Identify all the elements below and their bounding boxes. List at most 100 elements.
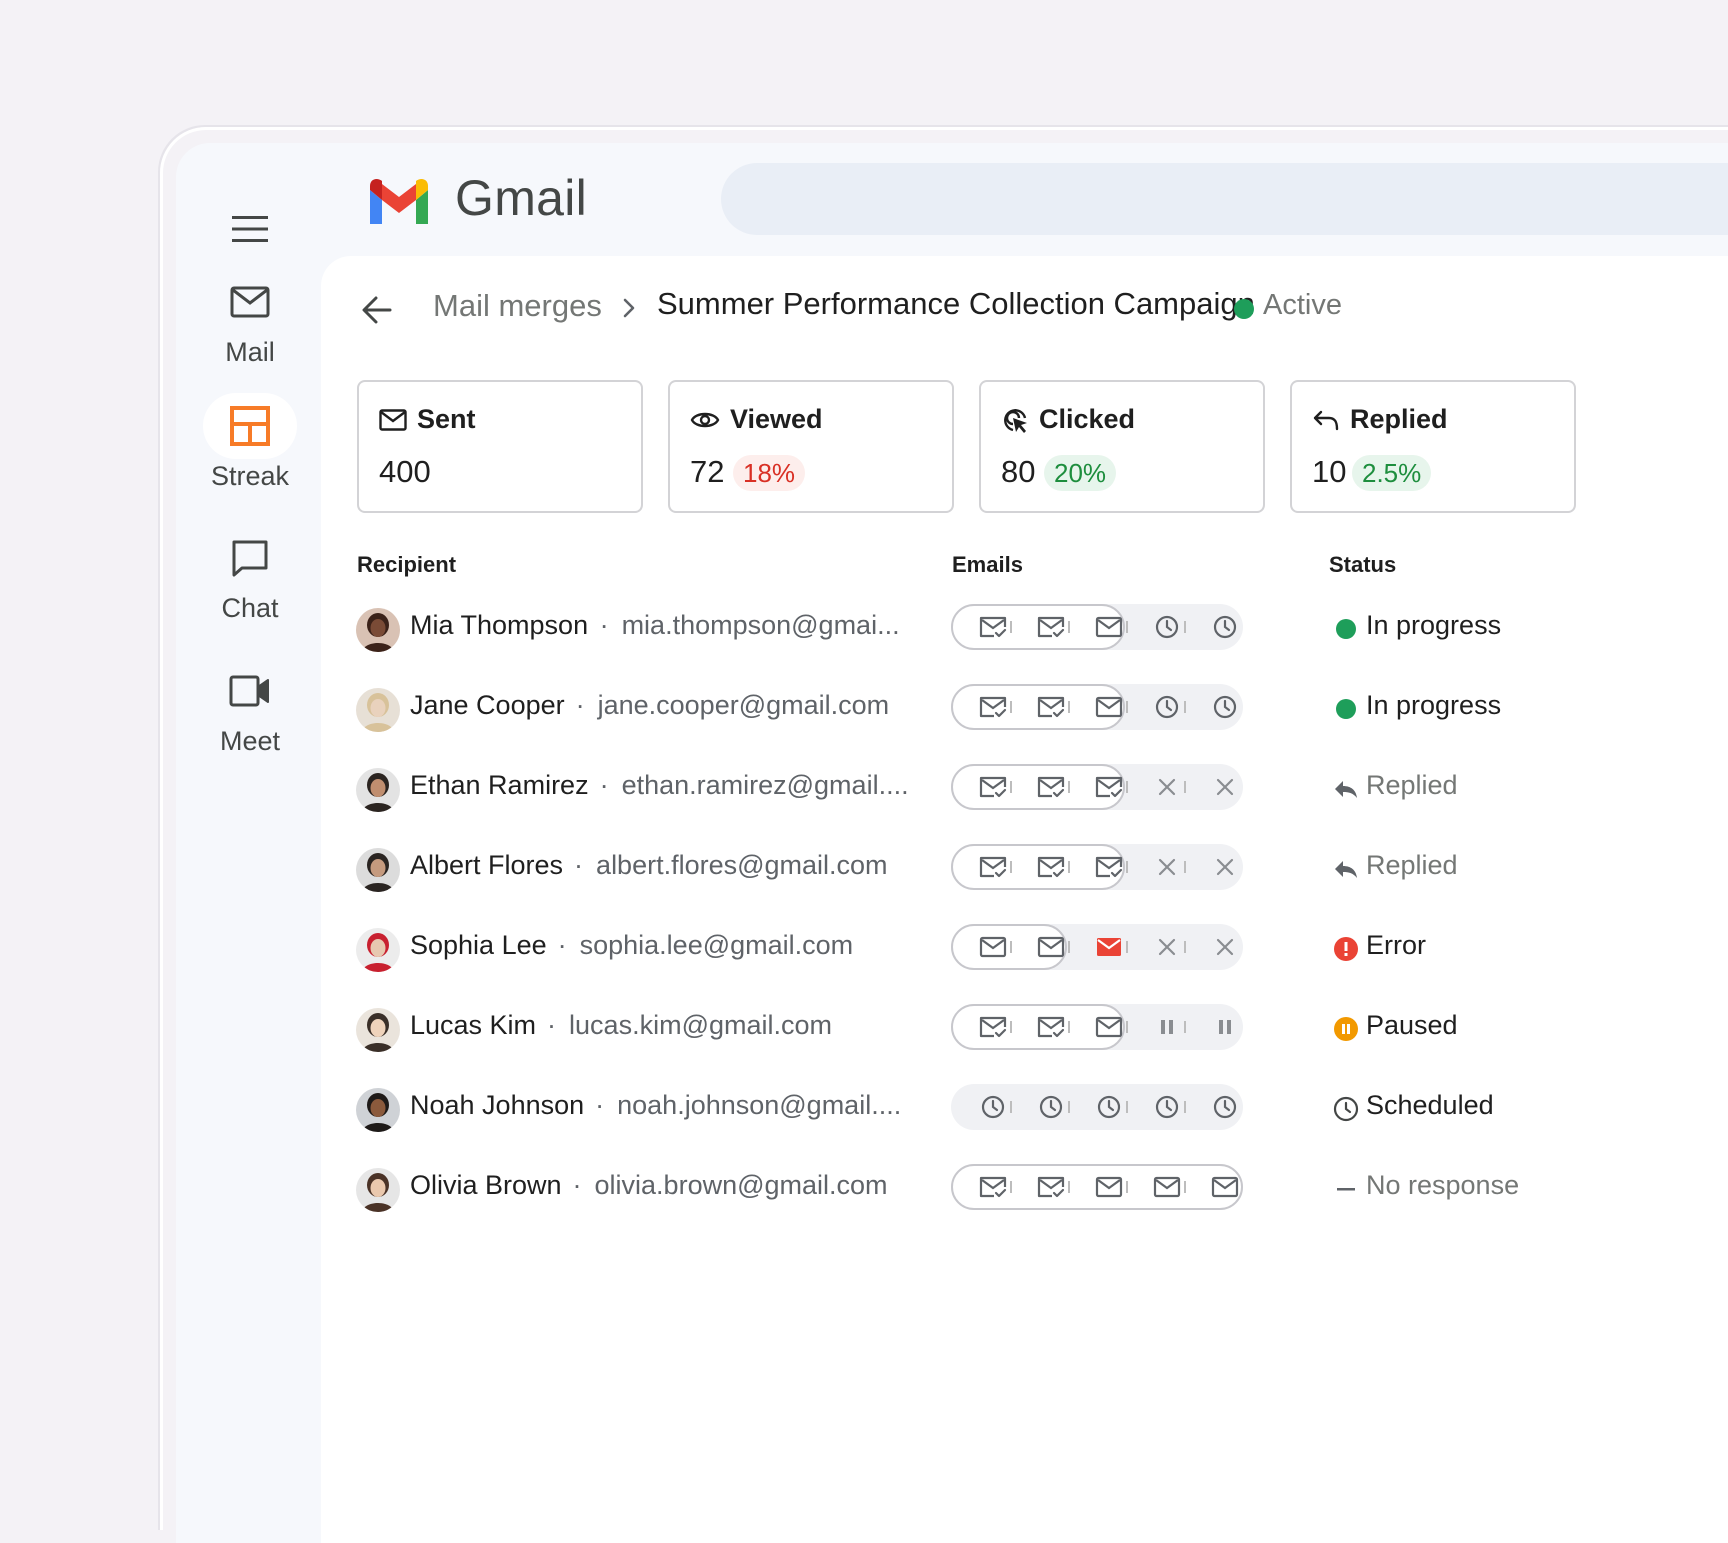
clock-icon[interactable] [1211, 695, 1239, 719]
rail-item-chat[interactable]: Chat [198, 525, 302, 624]
clock-icon[interactable] [1153, 1095, 1181, 1119]
avatar[interactable] [356, 928, 400, 972]
rail-item-mail[interactable]: Mail [198, 269, 302, 368]
recipient-name[interactable]: Jane Cooper [410, 690, 565, 721]
mail-icon[interactable] [1095, 695, 1123, 719]
avatar[interactable] [356, 608, 400, 652]
column-header-status[interactable]: Status [1329, 552, 1396, 578]
avatar[interactable] [356, 688, 400, 732]
rail-item-meet[interactable]: Meet [198, 658, 302, 757]
sequence-divider [1184, 701, 1186, 713]
recipient-email[interactable]: ethan.ramirez@gmail.... [622, 770, 909, 801]
separator-dot: · [599, 770, 609, 800]
avatar[interactable] [356, 1088, 400, 1132]
pause-icon[interactable] [1153, 1015, 1181, 1039]
table-row[interactable]: Albert Flores · albert.flores@gmail.com Rep… [321, 830, 1728, 910]
mail-check-icon[interactable] [1037, 855, 1065, 879]
card-title: Replied [1350, 404, 1448, 434]
recipient-email[interactable]: noah.johnson@gmail.... [617, 1090, 901, 1121]
mail-check-icon[interactable] [1095, 775, 1123, 799]
clock-icon[interactable] [1095, 1095, 1123, 1119]
recipient-name[interactable]: Sophia Lee [410, 930, 547, 961]
mail-check-icon[interactable] [1037, 1175, 1065, 1199]
recipient-name[interactable]: Olivia Brown [410, 1170, 562, 1201]
gmail-window: Mail Streak Chat Meet Gmail Mail merges … [176, 143, 1728, 1543]
mail-check-icon[interactable] [979, 615, 1007, 639]
clock-icon[interactable] [1153, 695, 1181, 719]
sequence-divider [1126, 1181, 1128, 1193]
stat-card-replied[interactable]: Replied 10 2.5% [1290, 380, 1576, 513]
close-icon[interactable] [1153, 855, 1181, 879]
mail-check-icon[interactable] [979, 1015, 1007, 1039]
clock-icon[interactable] [1037, 1095, 1065, 1119]
close-icon[interactable] [1211, 855, 1239, 879]
sequence-divider [1068, 861, 1070, 873]
close-icon[interactable] [1211, 935, 1239, 959]
mail-icon[interactable] [1037, 935, 1065, 959]
recipient-email[interactable]: mia.thompson@gmai... [622, 610, 900, 641]
clock-icon[interactable] [1153, 615, 1181, 639]
sequence-divider [1010, 1101, 1012, 1113]
table-row[interactable]: Mia Thompson · mia.thompson@gmai... In prog… [321, 590, 1728, 670]
back-button[interactable] [356, 289, 398, 331]
recipient-email[interactable]: olivia.brown@gmail.com [595, 1170, 888, 1201]
breadcrumb-mail-merges[interactable]: Mail merges [433, 288, 602, 324]
mail-error-icon[interactable] [1095, 935, 1123, 959]
mail-check-icon[interactable] [1095, 855, 1123, 879]
avatar[interactable] [356, 1168, 400, 1212]
table-row[interactable]: Noah Johnson · noah.johnson@gmail.... Sched… [321, 1070, 1728, 1150]
column-header-emails[interactable]: Emails [952, 552, 1023, 578]
separator-dot: · [575, 690, 585, 720]
avatar[interactable] [356, 848, 400, 892]
avatar[interactable] [356, 1008, 400, 1052]
mail-icon[interactable] [1153, 1175, 1181, 1199]
status-label: No response [1366, 1170, 1520, 1200]
close-icon[interactable] [1153, 775, 1181, 799]
recipient-email[interactable]: jane.cooper@gmail.com [598, 690, 890, 721]
table-row[interactable]: Olivia Brown · olivia.brown@gmail.com No re… [321, 1150, 1728, 1230]
mail-check-icon[interactable] [979, 695, 1007, 719]
recipient-email[interactable]: lucas.kim@gmail.com [569, 1010, 832, 1041]
sequence-divider [1126, 941, 1128, 953]
clock-icon[interactable] [1211, 1095, 1239, 1119]
recipient-name[interactable]: Albert Flores [410, 850, 563, 881]
mail-icon[interactable] [979, 935, 1007, 959]
close-icon[interactable] [1211, 775, 1239, 799]
table-row[interactable]: Jane Cooper · jane.cooper@gmail.com In prog… [321, 670, 1728, 750]
rail-pill [203, 525, 297, 591]
mail-check-icon[interactable] [1037, 615, 1065, 639]
main-menu-button[interactable] [228, 207, 272, 251]
pause-icon[interactable] [1211, 1015, 1239, 1039]
mail-icon[interactable] [1211, 1175, 1239, 1199]
avatar[interactable] [356, 768, 400, 812]
recipient-name[interactable]: Mia Thompson [410, 610, 588, 641]
mail-check-icon[interactable] [1037, 775, 1065, 799]
table-row[interactable]: Lucas Kim · lucas.kim@gmail.com Paused [321, 990, 1728, 1070]
recipient-email[interactable]: albert.flores@gmail.com [596, 850, 888, 881]
close-icon[interactable] [1153, 935, 1181, 959]
mail-icon[interactable] [1095, 1015, 1123, 1039]
clock-icon[interactable] [979, 1095, 1007, 1119]
mail-check-icon[interactable] [979, 775, 1007, 799]
card-title: Viewed [730, 404, 823, 434]
clock-icon[interactable] [1211, 615, 1239, 639]
stat-card-viewed[interactable]: Viewed 72 18% [668, 380, 954, 513]
recipient-name[interactable]: Lucas Kim [410, 1010, 536, 1041]
rail-item-streak[interactable]: Streak [198, 393, 302, 492]
mail-check-icon[interactable] [1037, 1015, 1065, 1039]
column-header-recipient[interactable]: Recipient [357, 552, 456, 578]
stat-card-clicked[interactable]: Clicked 80 20% [979, 380, 1265, 513]
mail-check-icon[interactable] [979, 855, 1007, 879]
recipient-name[interactable]: Noah Johnson [410, 1090, 584, 1121]
search-bar[interactable] [721, 163, 1728, 235]
recipient-email[interactable]: sophia.lee@gmail.com [580, 930, 854, 961]
table-row[interactable]: Sophia Lee · sophia.lee@gmail.com Error [321, 910, 1728, 990]
recipient-name[interactable]: Ethan Ramirez [410, 770, 589, 801]
status-label: Error [1366, 930, 1426, 960]
mail-check-icon[interactable] [1037, 695, 1065, 719]
stat-card-sent[interactable]: Sent 400 [357, 380, 643, 513]
table-row[interactable]: Ethan Ramirez · ethan.ramirez@gmail.... Rep… [321, 750, 1728, 830]
mail-check-icon[interactable] [979, 1175, 1007, 1199]
mail-icon[interactable] [1095, 615, 1123, 639]
mail-icon[interactable] [1095, 1175, 1123, 1199]
